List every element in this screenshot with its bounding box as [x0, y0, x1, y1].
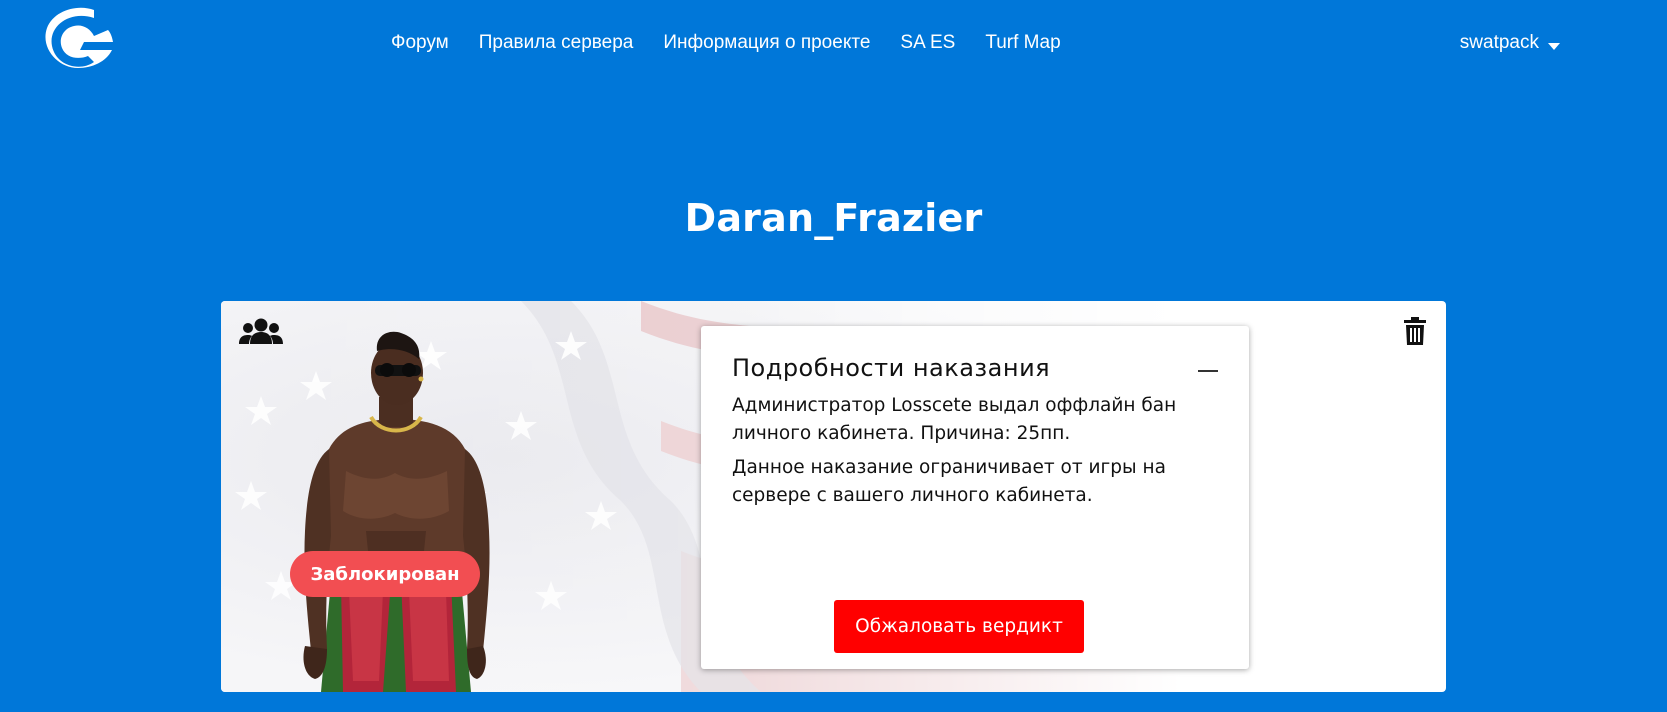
user-menu[interactable]: swatpack: [1460, 32, 1560, 54]
nav-sa-es[interactable]: SA ES: [900, 32, 955, 54]
nav-server-rules[interactable]: Правила сервера: [479, 32, 634, 54]
group-icon[interactable]: [239, 318, 283, 346]
caret-down-icon[interactable]: [1548, 42, 1560, 50]
page-title: Daran_Frazier: [684, 196, 983, 240]
username[interactable]: swatpack: [1460, 32, 1539, 54]
nav-turf-map[interactable]: Turf Map: [985, 32, 1060, 54]
minus-icon[interactable]: [1198, 370, 1218, 372]
nav-forum[interactable]: Форум: [391, 32, 449, 54]
punishment-details-panel: Подробности наказания Администратор Loss…: [701, 326, 1249, 669]
trash-icon[interactable]: [1404, 317, 1426, 345]
main-nav: Форум Правила сервера Информация о проек…: [391, 32, 1061, 54]
appeal-button[interactable]: Обжаловать вердикт: [834, 600, 1084, 653]
punishment-restriction-note: Данное наказание ограничивает от игры на…: [732, 457, 1166, 506]
profile-card: Заблокирован Подробности наказания Админ…: [221, 301, 1446, 692]
character-skin-image: [303, 331, 490, 692]
status-badge-blocked: Заблокирован: [290, 551, 480, 597]
panel-title: Подробности наказания: [732, 354, 1051, 382]
punishment-description: Администратор Losscete выдал оффлайн бан…: [732, 395, 1177, 444]
site-logo-icon[interactable]: [40, 6, 114, 74]
nav-project-info[interactable]: Информация о проекте: [663, 32, 870, 54]
